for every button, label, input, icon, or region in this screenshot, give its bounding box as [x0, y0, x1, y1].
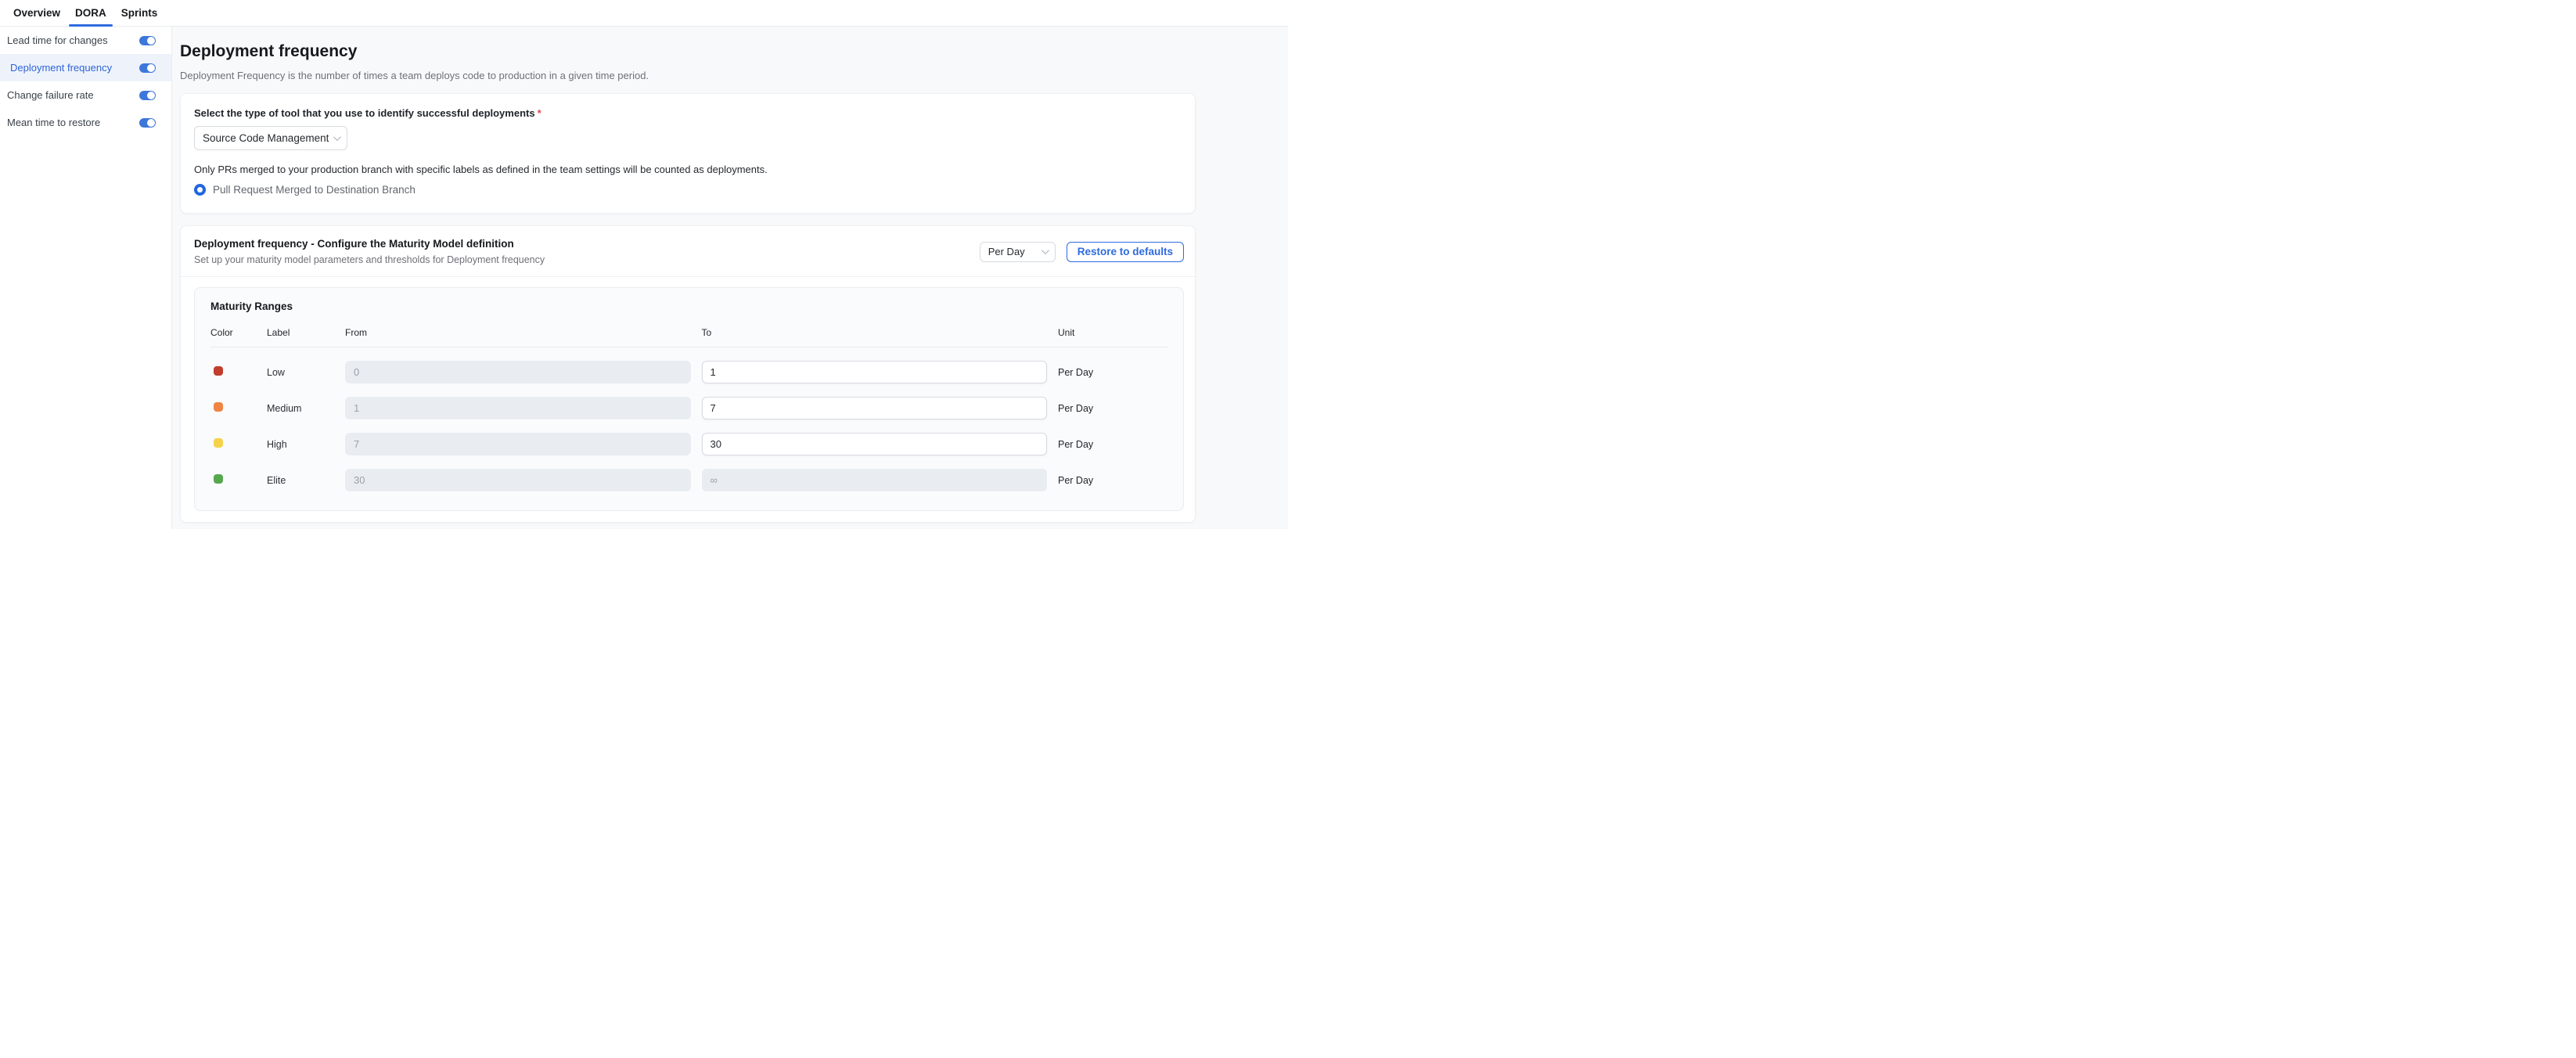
- maturity-range-row: High Per Day: [210, 433, 1167, 455]
- maturity-card-controls: Per Day Restore to defaults: [980, 242, 1184, 262]
- toggle-knob: [147, 37, 155, 45]
- maturity-range-row: Low Per Day: [210, 361, 1167, 383]
- chevron-down-icon: [1042, 247, 1049, 254]
- color-cell: [210, 401, 256, 416]
- from-cell: [345, 361, 691, 383]
- range-to-input: [702, 469, 1048, 491]
- range-label: Elite: [267, 475, 334, 486]
- color-cell: [210, 365, 256, 380]
- tool-type-select-value: Source Code Management: [203, 132, 329, 144]
- maturity-ranges-title: Maturity Ranges: [210, 300, 1167, 312]
- tab-label: Overview: [13, 7, 60, 19]
- active-tab-underline: [115, 24, 164, 27]
- maturity-card-subtitle: Set up your maturity model parameters an…: [194, 254, 545, 265]
- card-divider: [181, 276, 1195, 277]
- color-cell: [210, 473, 256, 488]
- tool-type-select[interactable]: Source Code Management: [194, 126, 347, 150]
- metric-toggle[interactable]: [139, 118, 156, 128]
- maturity-card-heading: Deployment frequency - Configure the Mat…: [194, 238, 545, 265]
- sidebar-item-label: Deployment frequency: [7, 62, 139, 74]
- column-header-from: From: [345, 327, 691, 338]
- deployment-tool-card: Select the type of tool that you use to …: [180, 93, 1196, 214]
- radio-row: Pull Request Merged to Destination Branc…: [194, 184, 1182, 196]
- column-header-label: Label: [267, 327, 334, 338]
- range-to-input[interactable]: [702, 397, 1048, 419]
- page-title: Deployment frequency: [180, 42, 1196, 61]
- range-label: Medium: [267, 403, 334, 414]
- required-asterisk: *: [538, 107, 541, 119]
- range-label: High: [267, 439, 334, 450]
- color-cell: [210, 437, 256, 452]
- color-swatch: [214, 366, 223, 376]
- tab-sprints[interactable]: Sprints: [115, 0, 164, 26]
- tab-overview[interactable]: Overview: [7, 0, 67, 26]
- unit-select[interactable]: Per Day: [980, 242, 1056, 262]
- tool-select-label-text: Select the type of tool that you use to …: [194, 107, 535, 119]
- maturity-range-row: Elite Per Day: [210, 469, 1167, 491]
- column-header-unit: Unit: [1058, 327, 1167, 338]
- metric-toggle[interactable]: [139, 63, 156, 73]
- range-unit: Per Day: [1058, 367, 1167, 378]
- maturity-model-card: Deployment frequency - Configure the Mat…: [180, 225, 1196, 523]
- range-label: Low: [267, 367, 334, 378]
- range-from-input: [345, 397, 691, 419]
- active-tab-underline: [69, 24, 113, 27]
- maturity-card-header: Deployment frequency - Configure the Mat…: [194, 238, 1184, 276]
- unit-select-value: Per Day: [988, 246, 1025, 257]
- sidebar-item-deployment-frequency[interactable]: Deployment frequency: [0, 54, 171, 81]
- main-content: Deployment frequency Deployment Frequenc…: [172, 27, 1288, 529]
- maturity-range-row: Medium Per Day: [210, 397, 1167, 419]
- color-swatch: [214, 474, 223, 484]
- to-cell: [702, 361, 1048, 383]
- restore-defaults-button[interactable]: Restore to defaults: [1067, 242, 1184, 262]
- range-to-input[interactable]: [702, 433, 1048, 455]
- column-header-color: Color: [210, 327, 256, 338]
- range-from-input: [345, 433, 691, 455]
- toggle-knob: [147, 64, 155, 72]
- from-cell: [345, 469, 691, 491]
- sidebar-item-mean-time-to-restore[interactable]: Mean time to restore: [0, 109, 171, 136]
- range-unit: Per Day: [1058, 475, 1167, 486]
- active-tab-underline: [7, 24, 67, 27]
- sidebar-item-label: Change failure rate: [7, 89, 139, 101]
- to-cell: [702, 433, 1048, 455]
- top-tab-bar: Overview DORA Sprints: [0, 0, 1288, 27]
- toggle-knob: [147, 92, 155, 99]
- settings-page: Overview DORA Sprints Lead time for change…: [0, 0, 1288, 529]
- pr-merged-radio-label: Pull Request Merged to Destination Branc…: [213, 184, 416, 196]
- to-cell: [702, 397, 1048, 419]
- metrics-sidebar: Lead time for changes Deployment frequenc…: [0, 27, 172, 529]
- range-from-input: [345, 469, 691, 491]
- maturity-table-header: Color Label From To Unit: [210, 327, 1167, 338]
- color-swatch: [214, 402, 223, 412]
- tab-dora[interactable]: DORA: [69, 0, 113, 26]
- color-swatch: [214, 438, 223, 448]
- column-header-to: To: [702, 327, 1048, 338]
- sidebar-item-label: Mean time to restore: [7, 117, 139, 128]
- range-unit: Per Day: [1058, 439, 1167, 450]
- range-from-input: [345, 361, 691, 383]
- maturity-card-title: Deployment frequency - Configure the Mat…: [194, 238, 545, 250]
- sidebar-item-lead-time-for-changes[interactable]: Lead time for changes: [0, 27, 171, 54]
- from-cell: [345, 397, 691, 419]
- to-cell: [702, 469, 1048, 491]
- pr-merged-radio[interactable]: [194, 184, 206, 196]
- metric-toggle[interactable]: [139, 91, 156, 100]
- page-subtitle: Deployment Frequency is the number of ti…: [180, 70, 1196, 81]
- tab-label: DORA: [75, 7, 106, 19]
- sidebar-item-change-failure-rate[interactable]: Change failure rate: [0, 81, 171, 109]
- tool-select-label: Select the type of tool that you use to …: [194, 107, 1182, 119]
- maturity-table-body: Low Per Day Medium Per Day High Per Day Elite P…: [210, 361, 1167, 491]
- metric-toggle[interactable]: [139, 36, 156, 45]
- from-cell: [345, 433, 691, 455]
- layout: Lead time for changes Deployment frequenc…: [0, 27, 1288, 529]
- deployment-note: Only PRs merged to your production branc…: [194, 164, 1182, 175]
- sidebar-item-label: Lead time for changes: [7, 34, 139, 46]
- range-to-input[interactable]: [702, 361, 1048, 383]
- toggle-knob: [147, 119, 155, 127]
- chevron-down-icon: [333, 133, 341, 141]
- tab-label: Sprints: [121, 7, 158, 19]
- range-unit: Per Day: [1058, 403, 1167, 414]
- maturity-ranges-panel: Maturity Ranges Color Label From To Unit Low…: [194, 287, 1184, 511]
